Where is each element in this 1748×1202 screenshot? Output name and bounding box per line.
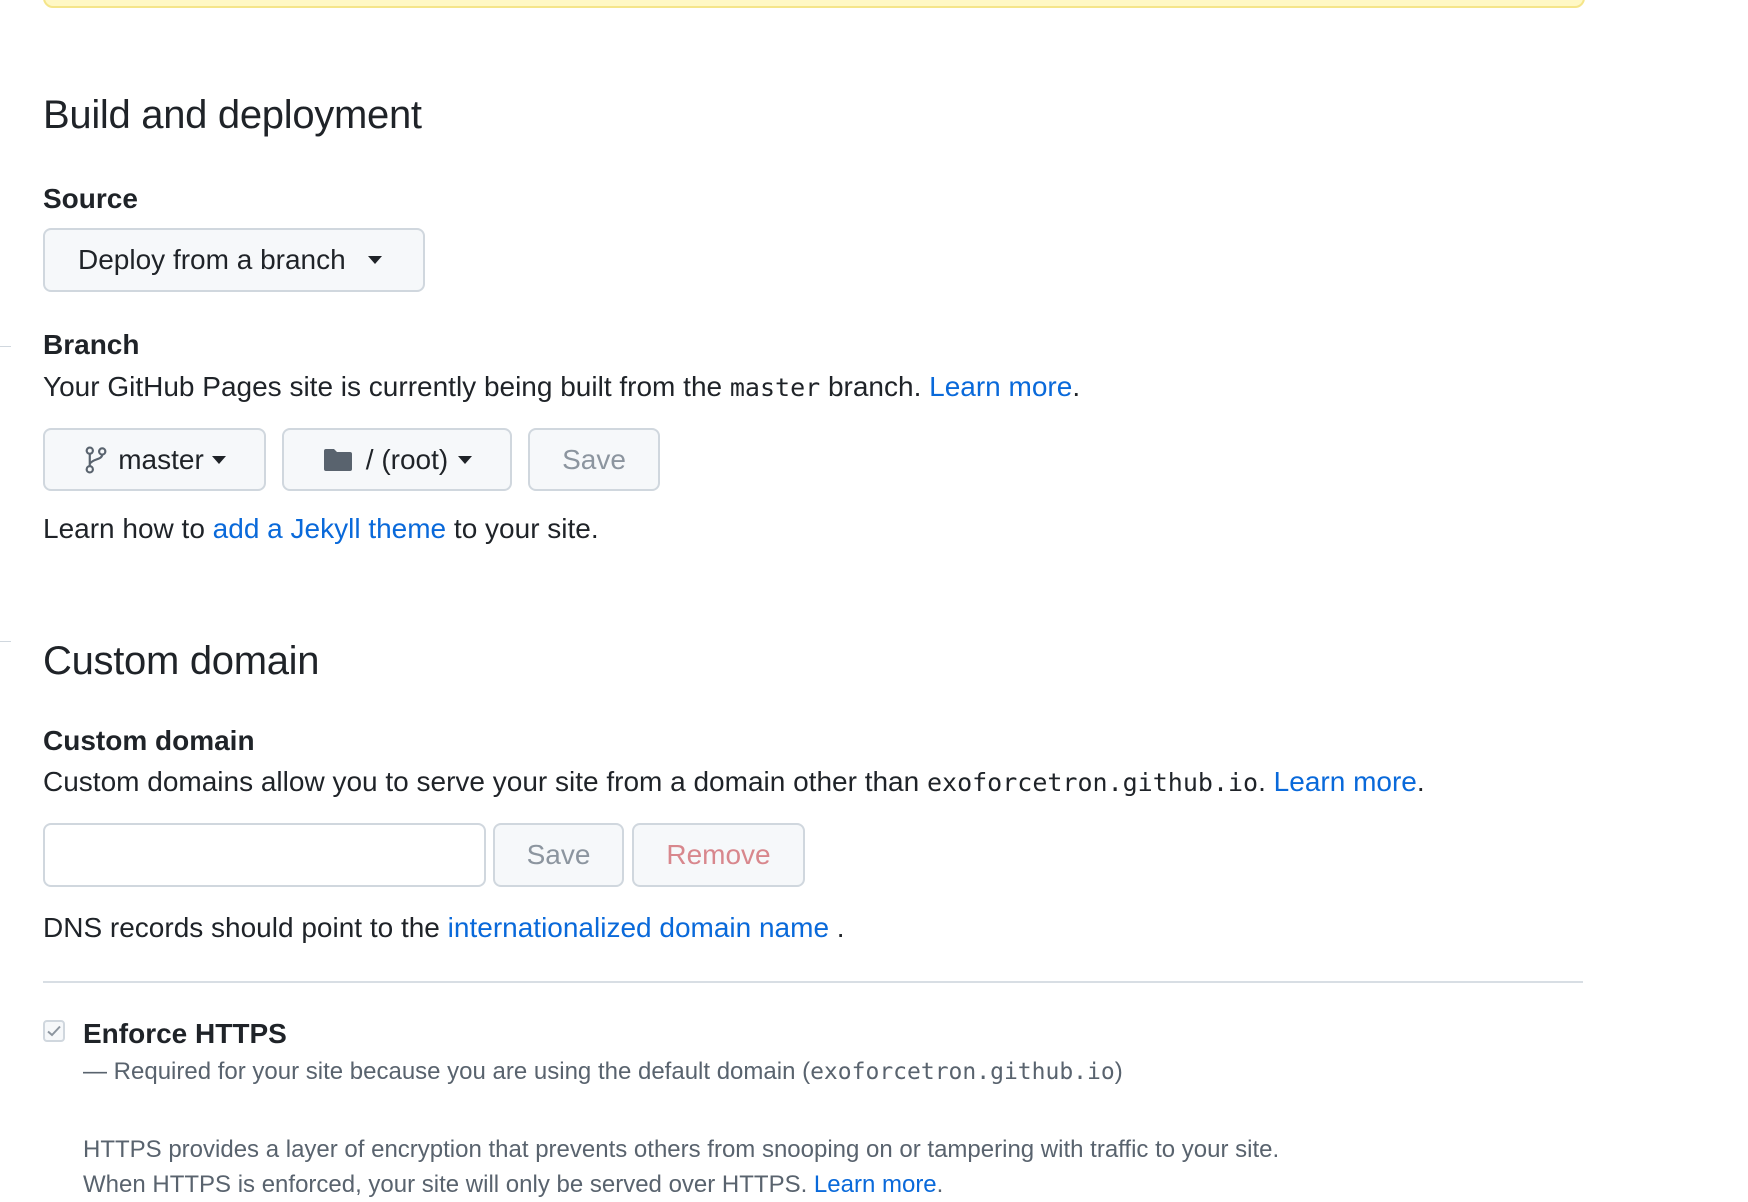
custom-domain-label: Custom domain <box>43 725 255 756</box>
branch-desc-text: Your GitHub Pages site is currently bein… <box>43 371 730 402</box>
jekyll-theme-text: Learn how to add a Jekyll theme to your … <box>43 511 599 547</box>
custom-domain-heading: Custom domain <box>43 639 320 683</box>
default-domain-code: exoforcetron.github.io <box>926 768 1259 797</box>
source-label: Source <box>43 183 138 214</box>
sidebar-edge-tick <box>0 641 11 642</box>
section-divider <box>43 981 1583 983</box>
default-domain-code: exoforcetron.github.io <box>810 1059 1115 1085</box>
branch-save-button[interactable]: Save <box>528 428 660 491</box>
custom-domain-desc-text: . <box>1258 766 1274 797</box>
chevron-down-icon <box>211 455 226 464</box>
custom-domain-desc-text: . <box>1416 766 1425 797</box>
checkmark-icon <box>47 1025 61 1037</box>
branch-label: Branch <box>43 329 140 360</box>
branch-desc-text: . <box>1072 371 1081 402</box>
https-note-text: ) <box>1114 1058 1123 1085</box>
source-select[interactable]: Deploy from a branch <box>43 228 425 292</box>
custom-domain-desc-text: Custom domains allow you to serve your s… <box>43 766 927 797</box>
sidebar-edge-tick <box>0 346 11 347</box>
enforce-https-label: Enforce HTTPS <box>83 1018 287 1049</box>
branch-name-code: master <box>729 373 821 402</box>
warning-flash-edge <box>43 0 1585 8</box>
git-branch-icon <box>85 445 107 474</box>
branch-select-value: master <box>118 443 204 475</box>
https-info-line-2: When HTTPS is enforced, your site will o… <box>83 1168 943 1202</box>
branch-description: Your GitHub Pages site is currently bein… <box>43 369 1080 406</box>
custom-domain-remove-button[interactable]: Remove <box>632 823 805 887</box>
source-select-value: Deploy from a branch <box>78 244 346 275</box>
jekyll-text: Learn how to <box>43 513 213 544</box>
chevron-down-icon <box>458 455 473 464</box>
folder-select[interactable]: / (root) <box>282 428 512 491</box>
dns-text: DNS records should point to the <box>43 912 448 943</box>
enforce-https-checkbox[interactable] <box>43 1020 65 1042</box>
jekyll-theme-link[interactable]: add a Jekyll theme <box>213 513 446 544</box>
internationalized-domain-name-link[interactable]: internationalized domain name <box>448 912 829 943</box>
custom-domain-learn-more-link[interactable]: Learn more <box>1274 766 1417 797</box>
build-deployment-heading: Build and deployment <box>43 93 422 137</box>
jekyll-text: to your site. <box>446 513 599 544</box>
folder-select-value: / (root) <box>365 443 449 475</box>
custom-domain-input[interactable] <box>43 823 486 887</box>
folder-icon <box>323 448 352 471</box>
custom-domain-save-button[interactable]: Save <box>493 823 624 887</box>
https-note-text: — Required for your site because you are… <box>83 1058 811 1085</box>
branch-select[interactable]: master <box>43 428 266 491</box>
custom-domain-description: Custom domains allow you to serve your s… <box>43 764 1425 801</box>
https-info-line-1: HTTPS provides a layer of encryption tha… <box>83 1136 1280 1163</box>
chevron-down-icon <box>367 256 382 264</box>
https-required-note: — Required for your site because you are… <box>83 1055 1123 1089</box>
branch-desc-text: branch. <box>820 371 930 402</box>
branch-learn-more-link[interactable]: Learn more <box>929 371 1072 402</box>
dns-text: . <box>829 912 845 943</box>
dns-records-text: DNS records should point to the internat… <box>43 910 845 946</box>
